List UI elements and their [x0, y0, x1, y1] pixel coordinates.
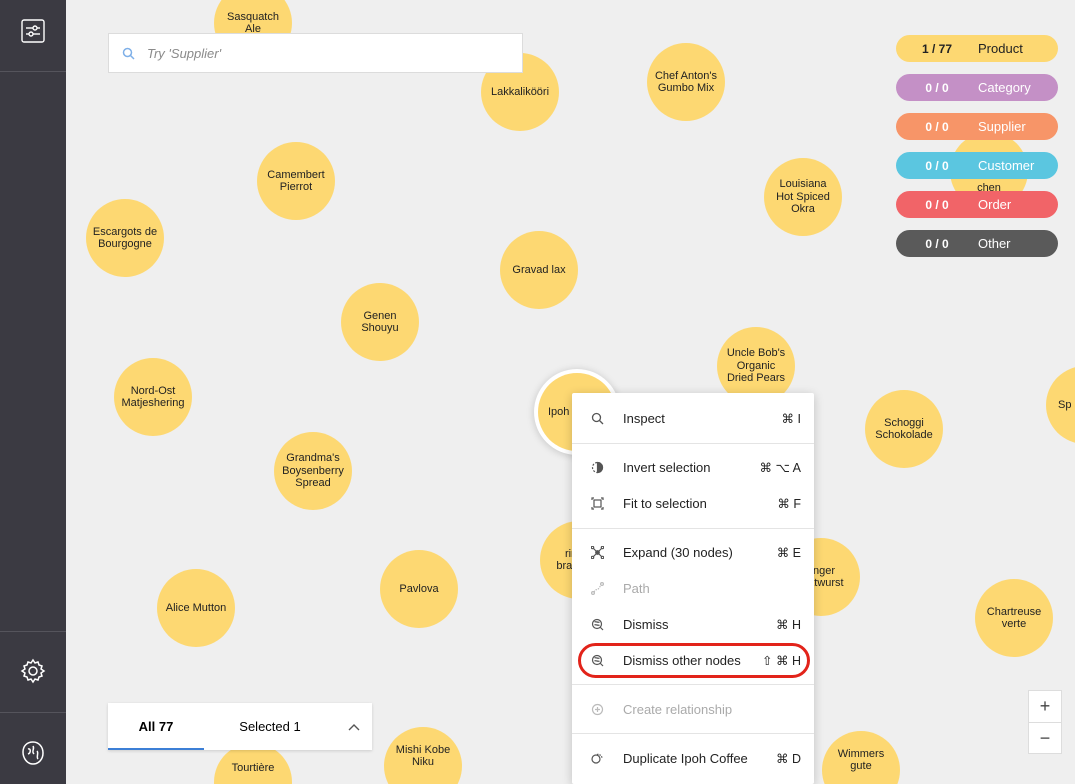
legend-other[interactable]: 0 / 0 Other [896, 230, 1058, 257]
zoom-out-button[interactable]: − [1029, 722, 1061, 753]
menu-item-shortcut: ⌘ E [776, 545, 801, 560]
rail-divider [0, 631, 66, 632]
legend-count: 0 / 0 [925, 236, 949, 251]
legend-count: 0 / 0 [925, 158, 949, 173]
menu-item-duplicate[interactable]: Duplicate Ipoh Coffee ⌘ D [572, 741, 814, 775]
legend-category[interactable]: 0 / 0 Category [896, 74, 1058, 101]
menu-divider [572, 528, 814, 529]
expand-nodes-icon [572, 545, 623, 559]
collapse-tabs-button[interactable] [336, 703, 372, 750]
graph-node[interactable]: Chef Anton's Gumbo Mix [647, 43, 725, 121]
graph-node[interactable]: Alice Mutton [157, 569, 235, 647]
left-sidebar [0, 0, 66, 784]
fit-selection-icon [572, 496, 623, 510]
graph-node[interactable]: Escargots de Bourgogne [86, 199, 164, 277]
menu-item-label: Fit to selection [623, 495, 707, 511]
menu-divider [572, 684, 814, 685]
search-bar[interactable] [108, 33, 523, 73]
tab-selected[interactable]: Selected 1 [204, 703, 336, 750]
menu-item-label: Expand (30 nodes) [623, 544, 733, 560]
selection-tabs: All 77 Selected 1 [108, 703, 372, 750]
duplicate-icon [572, 752, 623, 765]
menu-item-label: Path [623, 580, 650, 596]
invert-selection-icon [572, 461, 623, 474]
legend-label: Customer [978, 158, 1035, 173]
chevron-up-icon [348, 723, 360, 730]
legend-label: Product [978, 41, 1023, 56]
legend-label: Category [978, 80, 1031, 95]
menu-item-label: Duplicate Ipoh Coffee [623, 750, 748, 766]
graph-node[interactable]: Schoggi Schokolade [865, 390, 943, 468]
legend-product[interactable]: 1 / 77 Product [896, 35, 1058, 62]
menu-divider [572, 443, 814, 444]
legend-customer[interactable]: 0 / 0 Customer [896, 152, 1058, 179]
graph-node[interactable]: Camembert Pierrot [257, 142, 335, 220]
brain-icon [22, 741, 44, 765]
search-icon [109, 47, 147, 60]
settings-button[interactable] [0, 650, 66, 692]
legend-count: 1 / 77 [921, 41, 953, 56]
legend-label: Other [978, 236, 1011, 251]
menu-divider [572, 733, 814, 734]
legend-count: 0 / 0 [925, 119, 949, 134]
menu-item-inspect[interactable]: Inspect ⌘ I [572, 401, 814, 435]
menu-item-shortcut: ⌘ ⌥ A [759, 460, 802, 475]
menu-item-label: Inspect [623, 410, 665, 426]
gear-icon [20, 658, 46, 684]
menu-item-shortcut: ⌘ D [776, 751, 801, 766]
menu-item-shortcut: ⌘ I [781, 411, 801, 426]
add-circle-icon [572, 703, 623, 716]
menu-item-invert-selection[interactable]: Invert selection ⌘ ⌥ A [572, 450, 814, 484]
graph-node[interactable]: Louisiana Hot Spiced Okra [764, 158, 842, 236]
app-logo-button[interactable] [0, 732, 66, 774]
menu-item-label: Create relationship [623, 701, 733, 717]
rail-divider [0, 71, 66, 72]
menu-item-shortcut: ⌘ F [777, 496, 801, 511]
menu-item-label: Dismiss [623, 616, 669, 632]
menu-item-path: Path [572, 571, 814, 605]
graph-node[interactable]: Pavlova [380, 550, 458, 628]
search-input[interactable] [147, 45, 487, 61]
node-context-menu: Inspect ⌘ I Invert selection ⌘ ⌥ A Fit t… [572, 393, 814, 784]
menu-item-shortcut: ⌘ H [776, 617, 801, 632]
highlight-ring [578, 643, 810, 678]
tab-all[interactable]: All 77 [108, 703, 204, 750]
magnifier-icon [572, 412, 623, 425]
graph-node[interactable]: Genen Shouyu [341, 283, 419, 361]
legend-count: 0 / 0 [925, 197, 949, 212]
legend-order[interactable]: 0 / 0 Order [896, 191, 1058, 218]
rail-divider [0, 712, 66, 713]
legend-label: Supplier [978, 119, 1026, 134]
legend-count: 0 / 0 [925, 80, 949, 95]
filter-panel-button[interactable] [0, 10, 66, 52]
menu-item-label: Invert selection [623, 459, 711, 475]
menu-item-fit-to-selection[interactable]: Fit to selection ⌘ F [572, 486, 814, 520]
legend-label: Order [978, 197, 1012, 212]
menu-item-expand[interactable]: Expand (30 nodes) ⌘ E [572, 535, 814, 569]
graph-node[interactable]: Wimmers gute [822, 731, 900, 784]
path-icon [572, 581, 623, 595]
legend-supplier[interactable]: 0 / 0 Supplier [896, 113, 1058, 140]
graph-node[interactable]: Sp [1046, 366, 1075, 444]
graph-node[interactable]: Gravad lax [500, 231, 578, 309]
graph-node[interactable]: Nord-Ost Matjeshering [114, 358, 192, 436]
sliders-icon [21, 19, 45, 43]
graph-node[interactable]: Grandma's Boysenberry Spread [274, 432, 352, 510]
graph-node[interactable]: Mishi Kobe Niku [384, 727, 462, 784]
zoom-controls: + − [1028, 690, 1062, 754]
dismiss-icon [572, 618, 623, 631]
graph-node[interactable]: Chartreuse verte [975, 579, 1053, 657]
menu-item-dismiss[interactable]: Dismiss ⌘ H [572, 607, 814, 641]
zoom-in-button[interactable]: + [1029, 691, 1061, 722]
menu-item-create-relationship: Create relationship [572, 692, 814, 726]
